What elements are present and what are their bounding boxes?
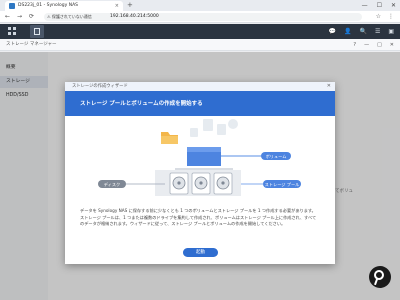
minimize-button[interactable]: —	[362, 2, 368, 9]
notifications-icon[interactable]: 💬	[328, 27, 335, 36]
widgets-icon[interactable]: ▣	[388, 27, 394, 36]
dsm-taskbar: 💬 👤 🔍 ☰ ▣	[0, 24, 400, 39]
search-icon[interactable]: 🔍	[359, 27, 366, 36]
storage-manager-window-buttons: ? — □ ✕	[353, 41, 394, 49]
browser-tab-bar: DS223j_01 - Synology NAS × + — ☐ ✕	[0, 0, 400, 11]
disk-label: ディスク	[104, 181, 120, 188]
browser-tab[interactable]: DS223j_01 - Synology NAS ×	[5, 1, 123, 11]
window-controls: — ☐ ✕	[362, 0, 396, 11]
hard-disk-icon	[169, 172, 233, 195]
storage-manager-taskbar-button[interactable]	[30, 25, 44, 38]
wizard-titlebar: ストレージの作成ウィザード ✕	[65, 82, 335, 91]
wizard-description: データを Synology NAS に保存する前に少なくとも 1 つのボリューム…	[80, 208, 317, 226]
user-icon[interactable]: 👤	[344, 27, 351, 36]
maximize-button[interactable]: ☐	[377, 2, 382, 9]
address-bar: ← → ⟳ ⚠ 保護されていない通信 192.168.40.214:5000 ☆…	[0, 11, 400, 23]
main-menu-grid-icon[interactable]	[8, 27, 16, 35]
sm-close-button[interactable]: ✕	[390, 41, 394, 49]
sm-maximize-button[interactable]: □	[377, 41, 382, 49]
floating-files-icon	[190, 119, 238, 137]
storage-manager-titlebar: ストレージ マネージャー ? — □ ✕	[0, 39, 400, 51]
screen: DS223j_01 - Synology NAS × + — ☐ ✕ ← → ⟳…	[0, 0, 400, 300]
storage-manager-title: ストレージ マネージャー	[6, 42, 57, 47]
new-tab-button[interactable]: +	[127, 1, 133, 10]
tab-title: DS223j_01 - Synology NAS	[18, 3, 79, 8]
wizard-title: ストレージの作成ウィザード	[72, 84, 128, 89]
url-text: 192.168.40.214:5000	[110, 14, 159, 19]
wizard-header: ストレージ プールとボリュームの作成を開始する	[65, 91, 335, 116]
wizard-close-icon[interactable]: ✕	[327, 82, 331, 91]
browser-menu-icon[interactable]: ⋮	[388, 13, 394, 21]
storage-manager-icon	[34, 28, 40, 35]
magnifier-badge-icon[interactable]	[369, 266, 391, 288]
storage-creation-wizard: ストレージの作成ウィザード ✕ ストレージ プールとボリュームの作成を開始する	[65, 82, 335, 264]
folder-icon	[161, 132, 178, 144]
security-warning[interactable]: ⚠ 保護されていない通信	[47, 13, 92, 21]
dsm-taskbar-tools: 💬 👤 🔍 ☰ ▣	[328, 27, 394, 36]
bookmark-star-icon[interactable]: ☆	[376, 13, 381, 21]
back-button[interactable]: ←	[5, 13, 10, 21]
start-button[interactable]: 起動	[183, 248, 218, 257]
sm-minimize-button[interactable]: —	[364, 41, 369, 49]
close-window-button[interactable]: ✕	[391, 2, 396, 9]
url-input[interactable]: ⚠ 保護されていない通信 192.168.40.214:5000	[44, 13, 362, 21]
help-button[interactable]: ?	[353, 41, 356, 49]
tab-close-icon[interactable]: ×	[115, 2, 119, 10]
address-bar-icons: ☆ ⋮	[376, 13, 394, 21]
volume-label: ボリューム	[266, 153, 287, 159]
reload-button[interactable]: ⟳	[29, 13, 34, 21]
synology-favicon-icon	[9, 3, 15, 9]
forward-button[interactable]: →	[17, 13, 22, 21]
wizard-heading: ストレージ プールとボリュームの作成を開始する	[80, 101, 203, 107]
storage-illustration: ボリューム ディスク ストレージ プール	[98, 119, 301, 196]
options-icon[interactable]: ☰	[375, 27, 380, 36]
